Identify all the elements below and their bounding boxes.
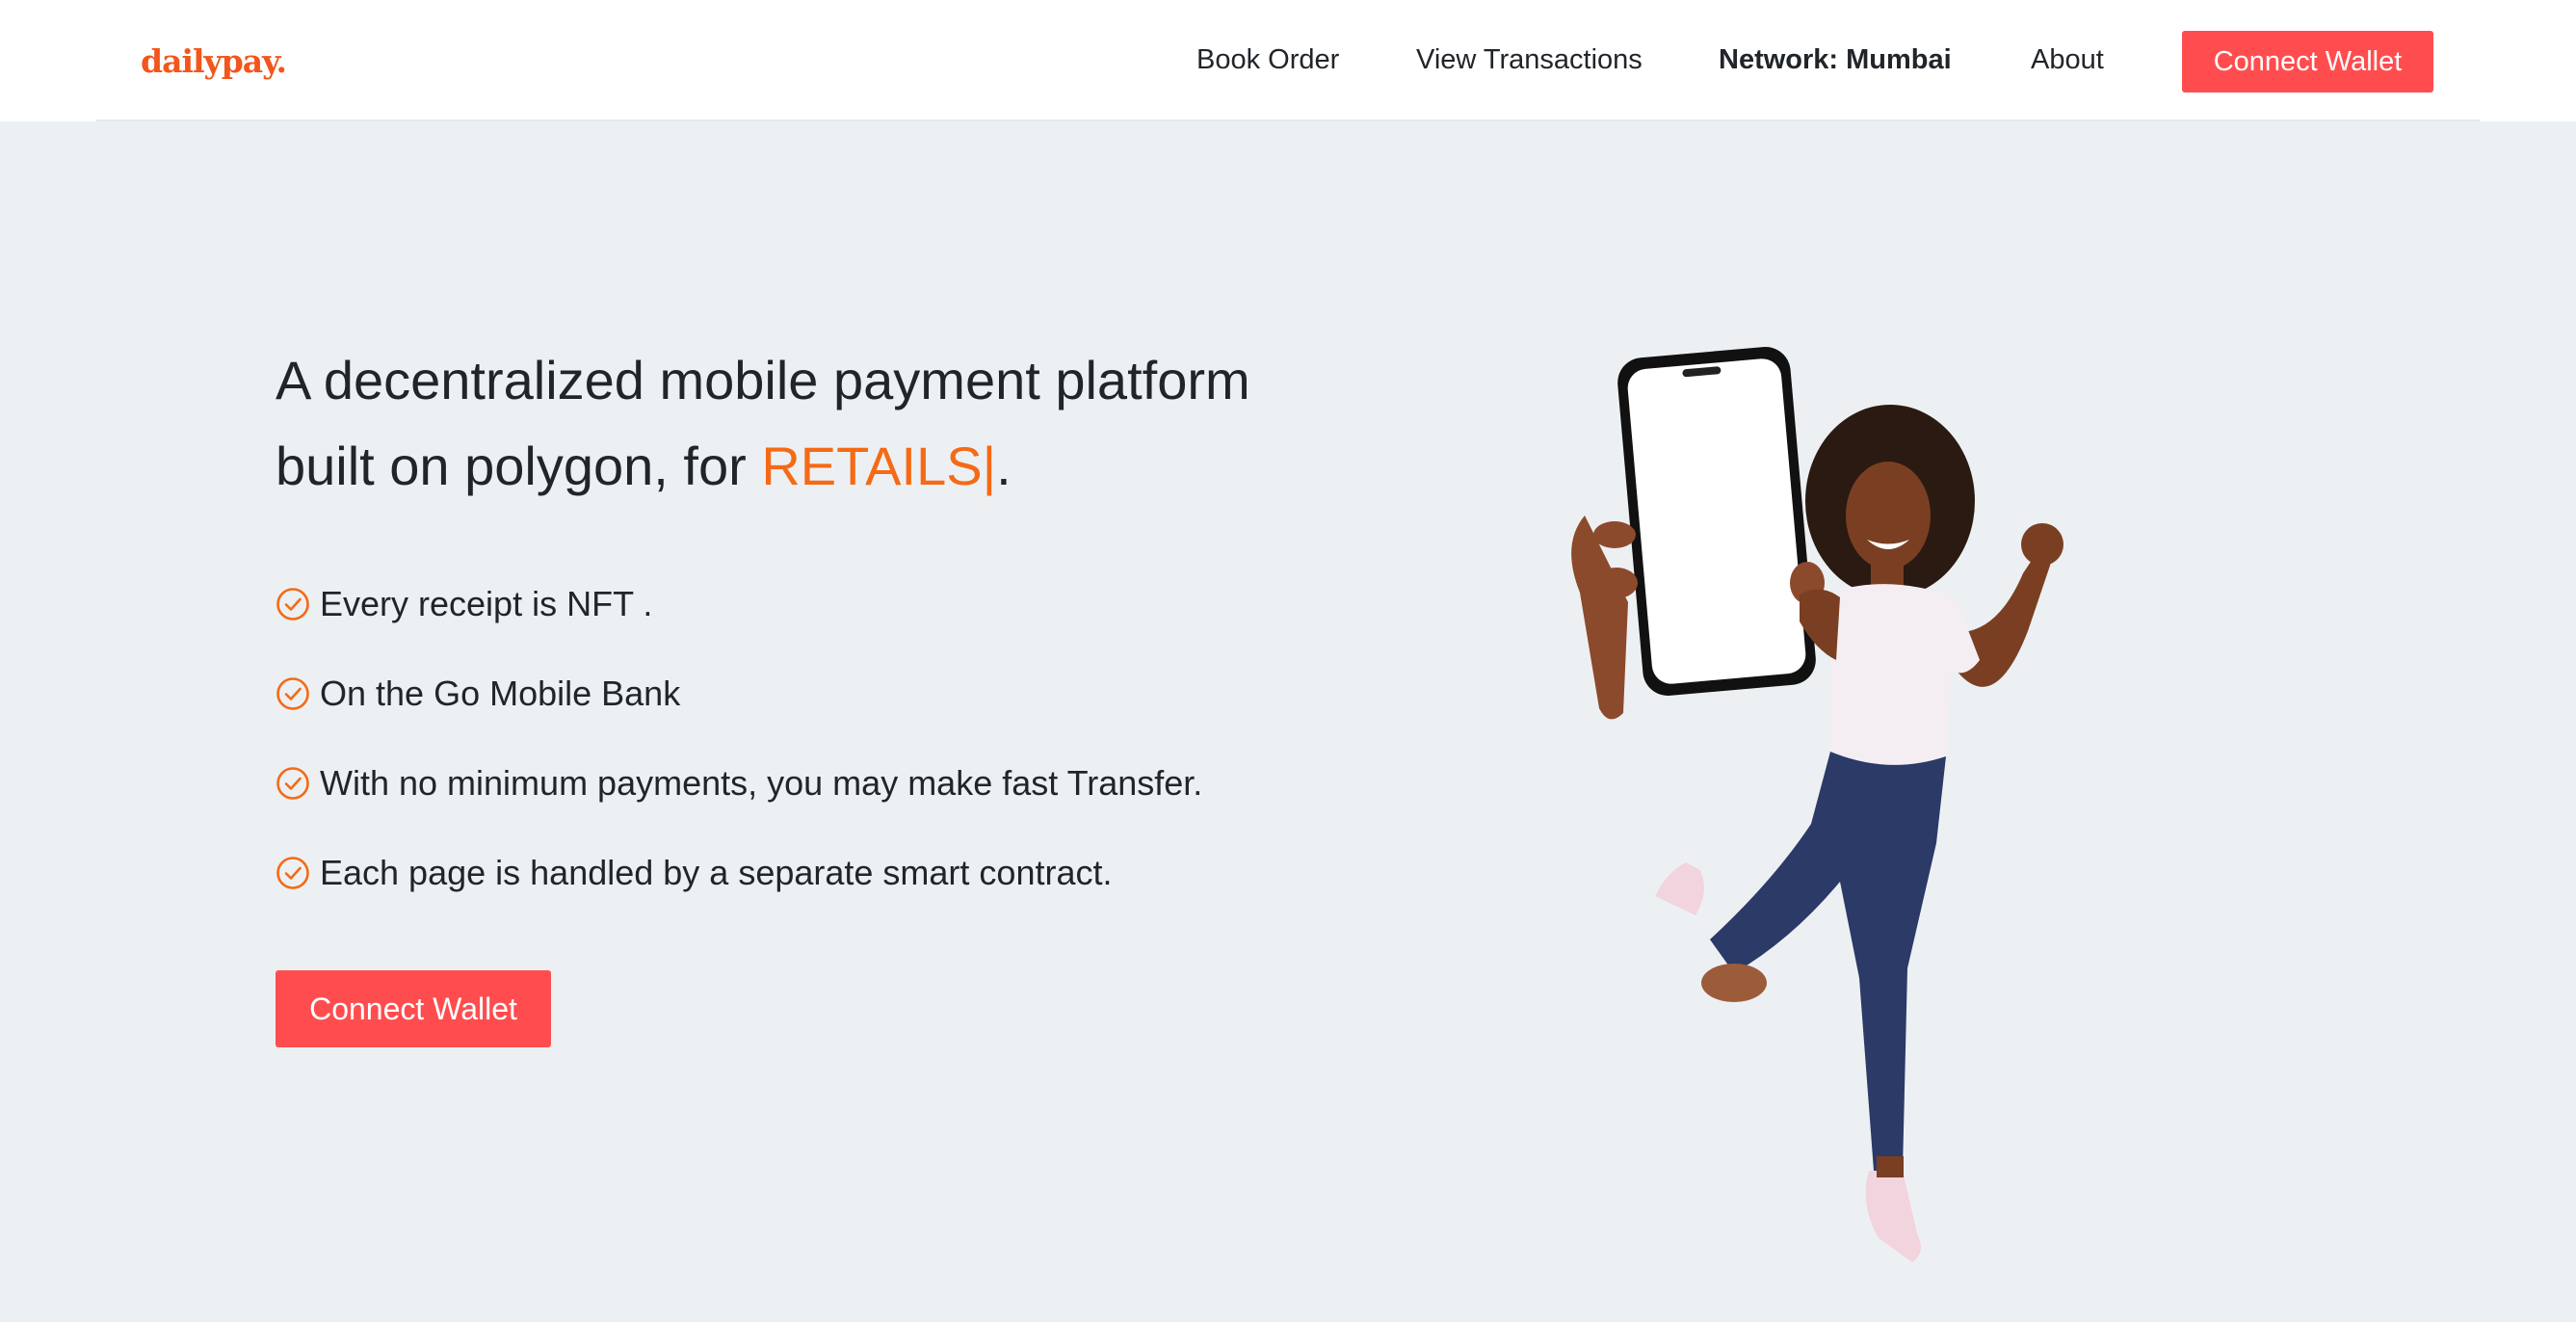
navbar-divider (96, 119, 2480, 121)
check-circle-icon (276, 856, 309, 889)
hero-illustration (1571, 346, 2063, 1262)
nav-network-mumbai[interactable]: Network: Mumbai (1719, 44, 1952, 76)
nav-view-transactions[interactable]: View Transactions (1416, 44, 1643, 76)
hero-title-end: . (996, 436, 1012, 496)
feature-text: With no minimum payments, you may make f… (320, 762, 1203, 803)
feature-text: On the Go Mobile Bank (320, 673, 681, 713)
feature-list: Every receipt is NFT . On the Go Mobile … (276, 559, 1202, 917)
feature-text: Each page is handled by a separate smart… (320, 852, 1113, 892)
feature-item: On the Go Mobile Bank (276, 648, 1202, 738)
hero-title: A decentralized mobile payment platform … (276, 337, 1432, 509)
check-circle-icon (276, 587, 309, 621)
navbar: dailypay. Book Order View Transactions N… (0, 0, 2576, 121)
logo[interactable]: dailypay. (141, 42, 287, 80)
hero-title-line1: A decentralized mobile payment platform (276, 350, 1250, 410)
feature-text: Every receipt is NFT . (320, 583, 653, 623)
hero-title-line2: built on polygon, for (276, 436, 762, 496)
connect-wallet-hero-button[interactable]: Connect Wallet (276, 970, 551, 1047)
phone-illustration (1617, 346, 1816, 697)
nav-about[interactable]: About (2031, 44, 2104, 76)
check-circle-icon (276, 766, 309, 800)
connect-wallet-nav-button[interactable]: Connect Wallet (2182, 31, 2433, 93)
feature-item: With no minimum payments, you may make f… (276, 738, 1202, 828)
nav-book-order[interactable]: Book Order (1196, 44, 1339, 76)
hero-accent-word: RETAILS| (761, 436, 997, 496)
feature-item: Each page is handled by a separate smart… (276, 828, 1202, 917)
feature-item: Every receipt is NFT . (276, 559, 1202, 648)
check-circle-icon (276, 676, 309, 710)
